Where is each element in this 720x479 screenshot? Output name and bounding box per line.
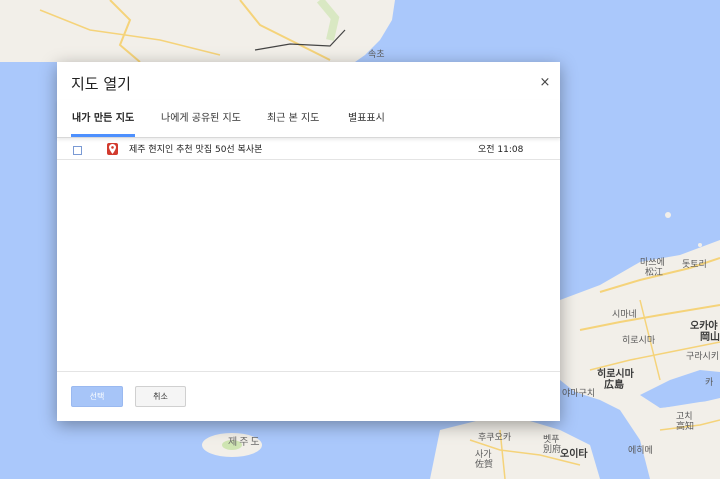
map-label-saga-kanji: 佐賀 (475, 460, 494, 470)
map-label-beppu: 벳푸 (543, 435, 560, 445)
map-label-saga: 사가 (475, 450, 492, 460)
map-label-kurashiki: 구라시키 (686, 352, 720, 362)
map-label-shimane: 시마네 (612, 310, 637, 320)
tab-shared-with-me[interactable]: 나에게 공유된 지도 (161, 112, 241, 125)
map-label-kochi: 고치 (676, 412, 693, 422)
map-label-oita: 오이타 (560, 449, 588, 460)
active-tab-indicator (71, 134, 135, 137)
map-label-matsue-kanji: 松江 (645, 268, 664, 278)
map-label-ehime: 에히메 (628, 446, 653, 456)
map-label-hiroshima: 히로시마 (597, 369, 634, 380)
map-label-matsue: 마쓰에 (640, 258, 665, 268)
map-label-kagawa: 카 (705, 378, 714, 388)
map-label-jeju: 제주도 (228, 437, 262, 448)
map-label-okayama-kanji: 岡山 (700, 332, 720, 343)
map-label-okayama: 오카야 (690, 321, 718, 332)
list-item[interactable]: 제주 현지인 추천 맛집 50선 복사본 오전 11:08 (57, 140, 560, 160)
map-label-beppu-kanji: 別府 (543, 445, 562, 455)
cancel-button[interactable]: 취소 (135, 386, 186, 407)
map-label-kochi-kanji: 高知 (676, 422, 695, 432)
tab-recently-viewed[interactable]: 최근 본 지도 (267, 112, 319, 125)
tab-starred[interactable]: 별표표시 (348, 112, 385, 125)
dialog-title: 지도 열기 (71, 75, 131, 93)
open-map-dialog: 지도 열기 × 내가 만든 지도 나에게 공유된 지도 최근 본 지도 별표표시… (57, 62, 560, 421)
map-label-sokcho: 속초 (368, 50, 385, 60)
map-label-hiroshima-kanji: 広島 (604, 380, 624, 391)
tab-bar: 내가 만든 지도 나에게 공유된 지도 최근 본 지도 별표표시 (57, 100, 560, 138)
tab-my-maps[interactable]: 내가 만든 지도 (72, 112, 134, 125)
map-label-fukuoka: 후쿠오카 (478, 433, 512, 443)
map-modified-time: 오전 11:08 (478, 145, 524, 155)
map-pin-icon (107, 143, 118, 155)
dialog-footer: 선택 취소 (57, 371, 560, 421)
map-label-hiroshima-ko: 히로시마 (622, 336, 656, 346)
select-button[interactable]: 선택 (71, 386, 123, 407)
close-icon[interactable]: × (537, 75, 553, 91)
map-label-tottori: 돗토리 (682, 260, 707, 270)
map-title[interactable]: 제주 현지인 추천 맛집 50선 복사본 (129, 144, 262, 156)
map-label-yamaguchi: 야마구치 (562, 389, 596, 399)
row-checkbox[interactable] (73, 146, 82, 155)
